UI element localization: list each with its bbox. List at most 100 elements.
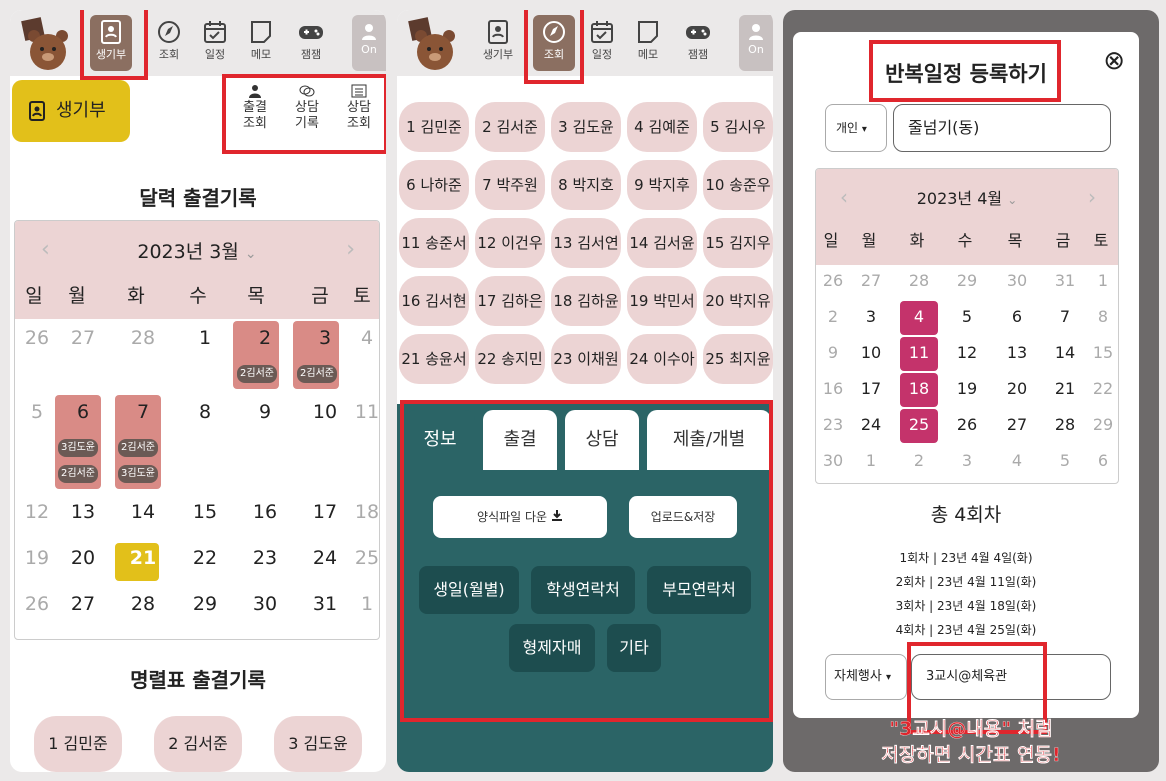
student-button[interactable]: 6 나하준 <box>399 160 469 210</box>
calendar-day[interactable]: 11 <box>349 401 379 423</box>
student-contact-button[interactable]: 학생연락처 <box>531 566 635 614</box>
calendar-day[interactable]: 6 <box>1088 451 1118 470</box>
student-button[interactable]: 22 송지민 <box>475 334 545 384</box>
calendar-day[interactable]: 21 <box>125 547 161 569</box>
sub-attendance-lookup[interactable]: 출결 조회 <box>230 84 280 132</box>
sub-counsel-record[interactable]: 상담 기록 <box>282 84 332 132</box>
roster-student[interactable]: 2 김서준 <box>154 716 242 772</box>
on-toggle[interactable]: On <box>739 15 773 71</box>
calendar-day[interactable]: 30 <box>1002 271 1032 290</box>
calendar-day[interactable]: 30 <box>818 451 848 470</box>
student-button[interactable]: 12 이건우 <box>475 218 545 268</box>
student-button[interactable]: 5 김시우 <box>703 102 773 152</box>
calendar-day[interactable]: 28 <box>125 327 161 349</box>
calendar-day[interactable]: 1 <box>187 327 223 349</box>
sub-counsel-lookup[interactable]: 상담 조회 <box>334 84 384 132</box>
calendar-day[interactable]: 9 <box>247 401 283 423</box>
record-button[interactable]: 생기부 <box>12 80 130 142</box>
calendar-day[interactable]: 20 <box>1002 379 1032 398</box>
calendar-day[interactable]: 28 <box>1050 415 1080 434</box>
month-title[interactable]: 2023년 4월 ⌄ <box>816 185 1118 209</box>
calendar-day[interactable]: 6 <box>1002 307 1032 326</box>
student-button[interactable]: 23 이채원 <box>551 334 621 384</box>
upload-save-button[interactable]: 업로드&저장 <box>629 496 737 538</box>
nav-play[interactable]: 잼잼 <box>677 15 719 71</box>
calendar-day[interactable]: 11 <box>904 343 934 362</box>
calendar-day[interactable]: 12 <box>19 501 55 523</box>
calendar-day[interactable]: 15 <box>1088 343 1118 362</box>
student-button[interactable]: 7 박주원 <box>475 160 545 210</box>
calendar-day[interactable]: 12 <box>952 343 982 362</box>
calendar-day[interactable]: 19 <box>952 379 982 398</box>
calendar-day[interactable]: 29 <box>952 271 982 290</box>
calendar-day[interactable]: 17 <box>307 501 343 523</box>
calendar-day[interactable]: 29 <box>187 593 223 615</box>
calendar-day[interactable]: 28 <box>125 593 161 615</box>
calendar-day[interactable]: 5 <box>19 401 55 423</box>
close-icon[interactable]: ⊗ <box>1103 46 1125 76</box>
calendar-day[interactable]: 23 <box>818 415 848 434</box>
download-template-button[interactable]: 양식파일 다운 <box>433 496 607 538</box>
nav-schedule[interactable]: 일정 <box>194 15 236 71</box>
student-button[interactable]: 10 송준우 <box>703 160 773 210</box>
calendar-day[interactable]: 1 <box>856 451 886 470</box>
calendar-day[interactable]: 16 <box>818 379 848 398</box>
calendar-day[interactable]: 26 <box>952 415 982 434</box>
calendar-day[interactable]: 27 <box>65 327 101 349</box>
calendar-day[interactable]: 29 <box>1088 415 1118 434</box>
calendar-day[interactable]: 22 <box>1088 379 1118 398</box>
roster-student[interactable]: 3 김도윤 <box>274 716 362 772</box>
student-button[interactable]: 9 박지후 <box>627 160 697 210</box>
calendar-day[interactable]: 18 <box>349 501 379 523</box>
calendar-day[interactable]: 2 <box>247 327 283 349</box>
calendar-day[interactable]: 3 <box>856 307 886 326</box>
tab-counsel[interactable]: 상담 <box>565 410 639 470</box>
student-button[interactable]: 11 송준서 <box>399 218 469 268</box>
roster-student[interactable]: 1 김민준 <box>34 716 122 772</box>
calendar-day[interactable]: 15 <box>187 501 223 523</box>
calendar-day[interactable]: 5 <box>1050 451 1080 470</box>
tab-attendance[interactable]: 출결 <box>483 410 557 470</box>
calendar-day[interactable]: 4 <box>904 307 934 326</box>
tab-submission[interactable]: 제출/개별 <box>647 410 771 470</box>
type-select[interactable]: 개인 ▾ <box>825 104 887 152</box>
nav-play[interactable]: 잼잼 <box>290 15 332 71</box>
calendar-day[interactable]: 22 <box>187 547 223 569</box>
calendar-day[interactable]: 26 <box>818 271 848 290</box>
student-button[interactable]: 21 송윤서 <box>399 334 469 384</box>
calendar-day[interactable]: 8 <box>187 401 223 423</box>
student-button[interactable]: 20 박지유 <box>703 276 773 326</box>
calendar-day[interactable]: 18 <box>904 379 934 398</box>
calendar-day[interactable]: 10 <box>307 401 343 423</box>
calendar-day[interactable]: 3 <box>307 327 343 349</box>
student-button[interactable]: 1 김민준 <box>399 102 469 152</box>
nav-memo[interactable]: 메모 <box>627 15 669 71</box>
calendar-day[interactable]: 23 <box>247 547 283 569</box>
calendar-day[interactable]: 27 <box>1002 415 1032 434</box>
calendar-day[interactable]: 14 <box>1050 343 1080 362</box>
student-button[interactable]: 25 최지윤 <box>703 334 773 384</box>
calendar-day[interactable]: 21 <box>1050 379 1080 398</box>
calendar-day[interactable]: 9 <box>818 343 848 362</box>
student-button[interactable]: 19 박민서 <box>627 276 697 326</box>
calendar-day[interactable]: 7 <box>125 401 161 423</box>
student-button[interactable]: 18 김하윤 <box>551 276 621 326</box>
calendar-day[interactable]: 13 <box>1002 343 1032 362</box>
next-month-icon[interactable]: › <box>346 237 355 262</box>
calendar-day[interactable]: 28 <box>904 271 934 290</box>
student-button[interactable]: 16 김서현 <box>399 276 469 326</box>
calendar-day[interactable]: 13 <box>65 501 101 523</box>
calendar-day[interactable]: 24 <box>307 547 343 569</box>
calendar-day[interactable]: 4 <box>349 327 379 349</box>
month-title[interactable]: 2023년 3월 ⌄ <box>15 237 379 264</box>
calendar-day[interactable]: 5 <box>952 307 982 326</box>
on-toggle[interactable]: On <box>352 15 386 71</box>
calendar-day[interactable]: 30 <box>247 593 283 615</box>
nav-lookup[interactable]: 조회 <box>148 15 190 71</box>
calendar-day[interactable]: 19 <box>19 547 55 569</box>
parent-contact-button[interactable]: 부모연락처 <box>647 566 751 614</box>
calendar-day[interactable]: 7 <box>1050 307 1080 326</box>
siblings-button[interactable]: 형제자매 <box>509 624 595 672</box>
calendar-day[interactable]: 20 <box>65 547 101 569</box>
calendar-day[interactable]: 26 <box>19 327 55 349</box>
